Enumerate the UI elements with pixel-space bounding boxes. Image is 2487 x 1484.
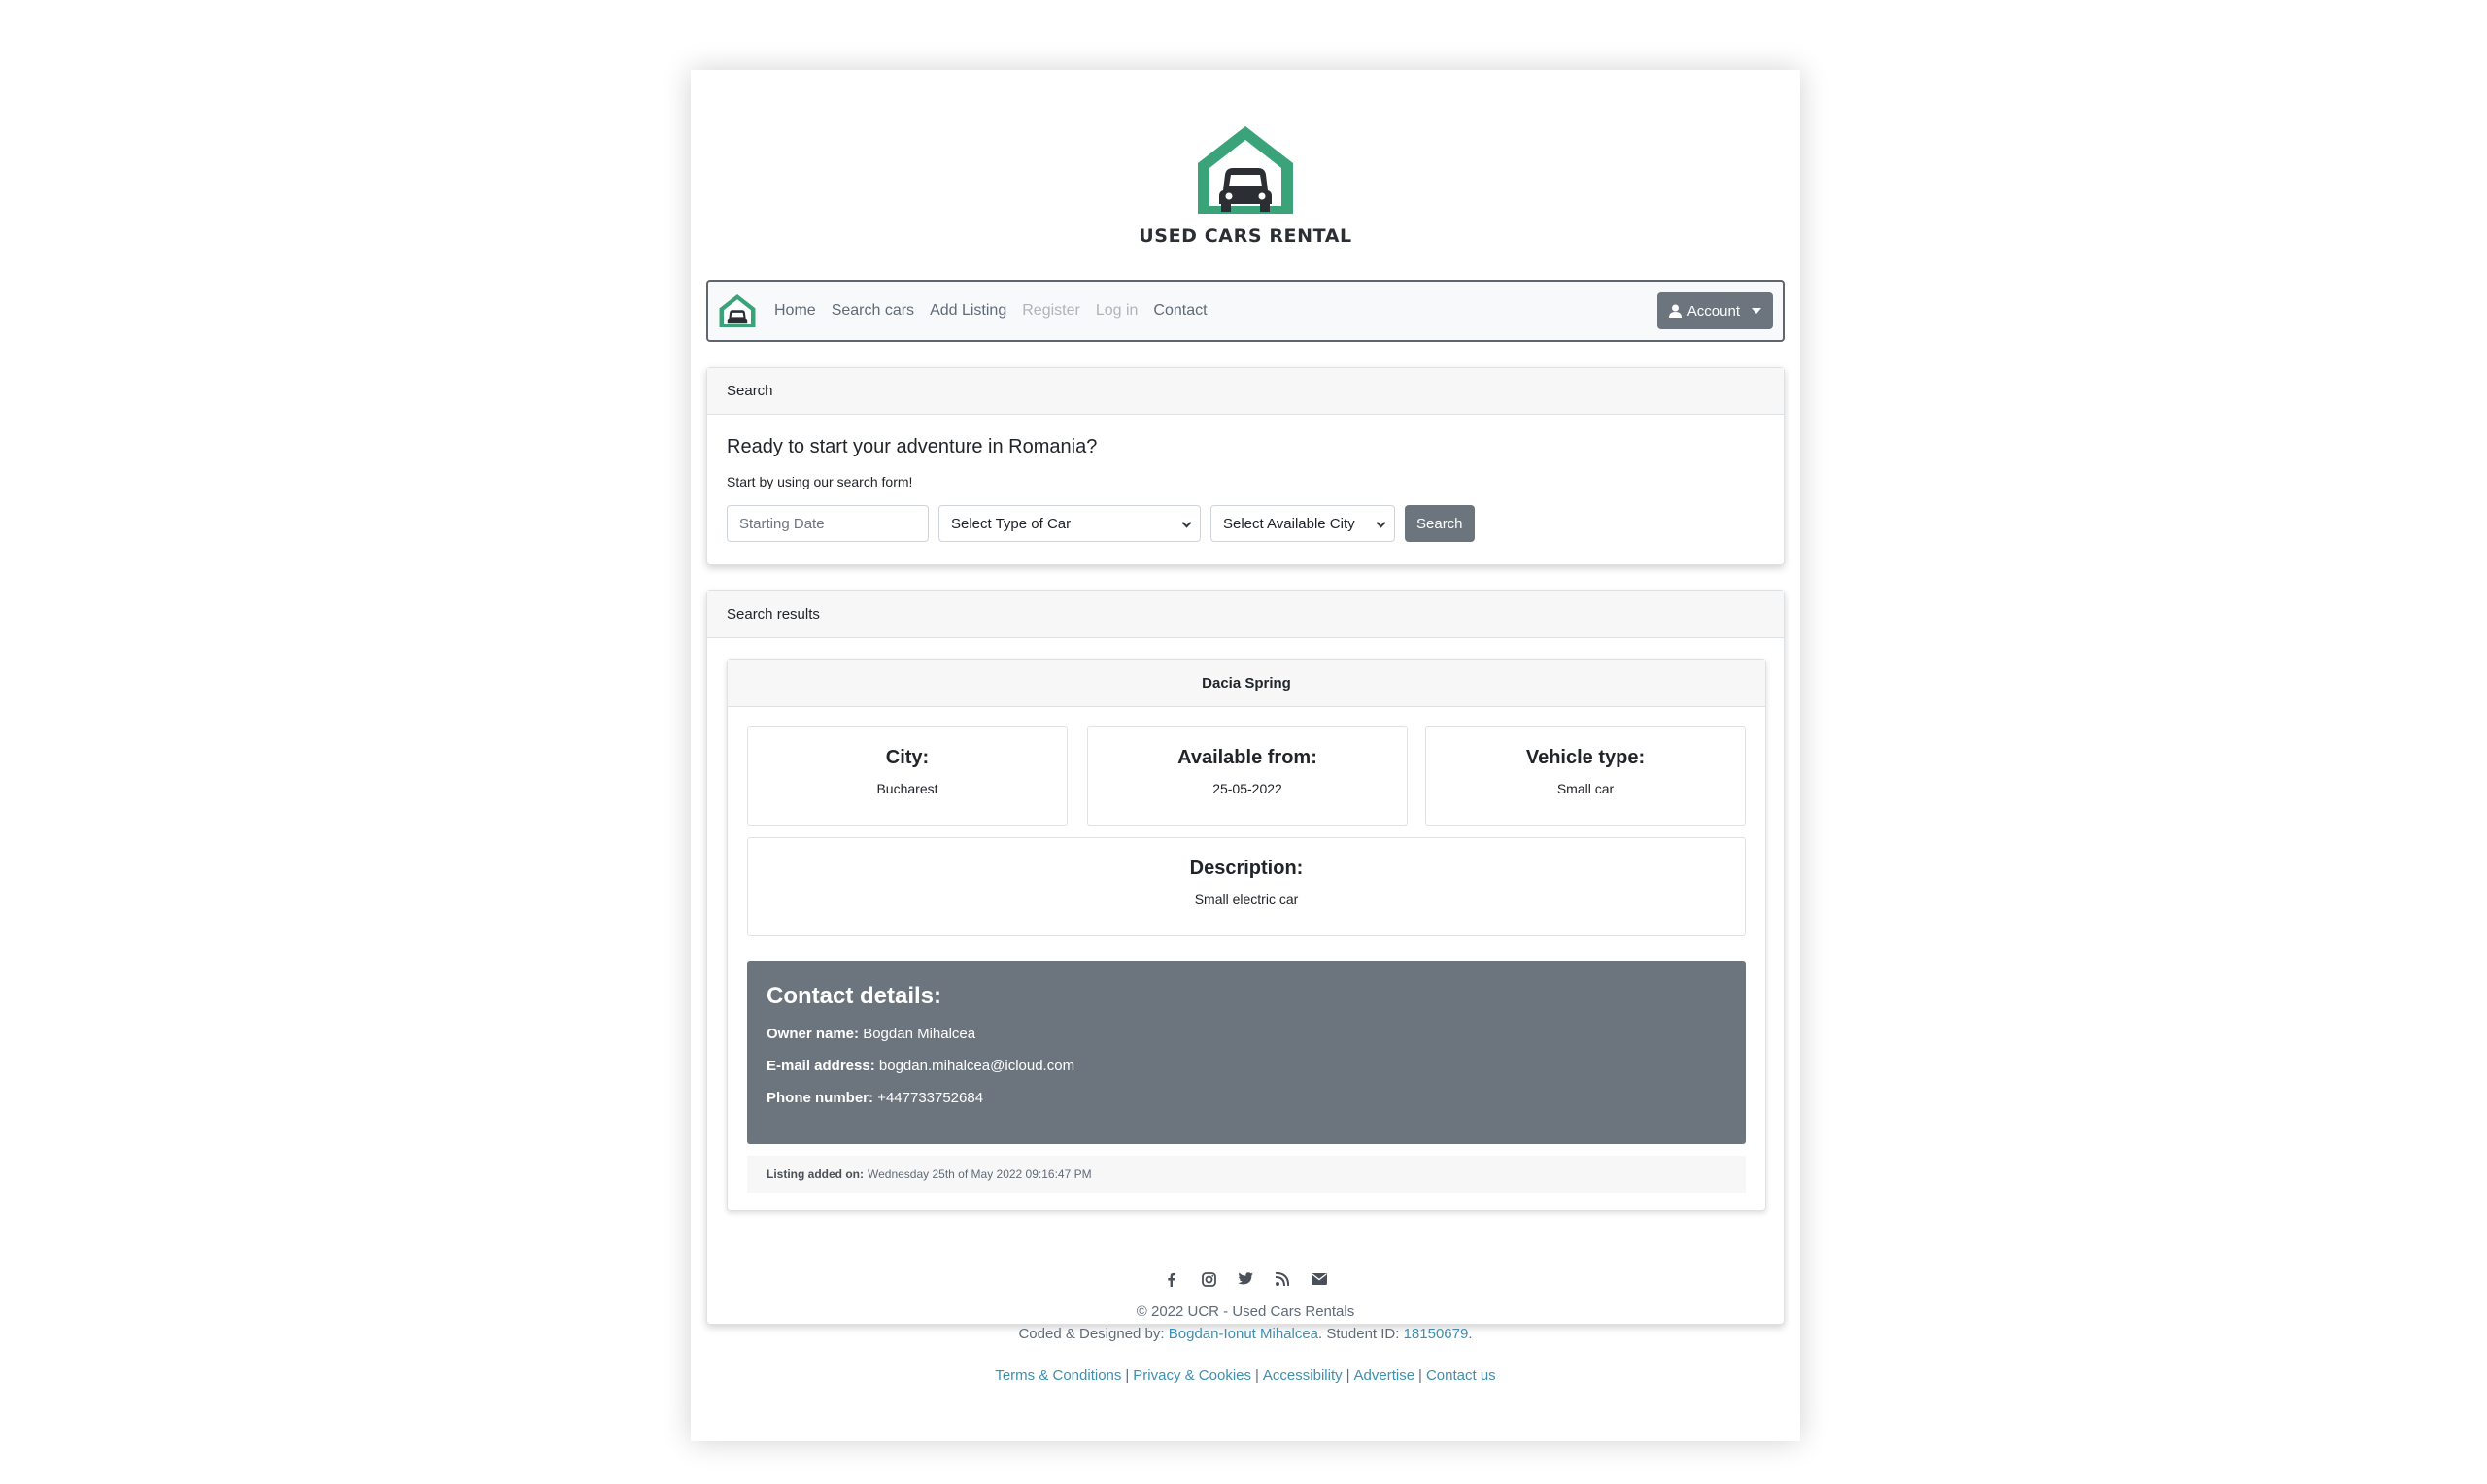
coded-prefix: Coded & Designed by: xyxy=(1018,1326,1165,1342)
nav-search-cars[interactable]: Search cars xyxy=(832,302,914,320)
car-type-selected: Select Type of Car xyxy=(951,515,1072,532)
available-box: Available from: 25-05-2022 xyxy=(1087,726,1408,826)
credits-period: . xyxy=(1468,1326,1473,1342)
phone-line: Phone number: +447733752684 xyxy=(767,1090,1726,1106)
author-link[interactable]: Bogdan-Ionut Mihalcea xyxy=(1169,1326,1318,1342)
search-card: Search Ready to start your adventure in … xyxy=(706,367,1785,565)
city-label: City: xyxy=(885,747,930,768)
account-dropdown-button[interactable]: Account xyxy=(1656,292,1773,329)
search-title: Ready to start your adventure in Romania… xyxy=(727,436,1098,457)
user-icon xyxy=(1668,304,1682,318)
city-select[interactable]: Select Available City xyxy=(1210,505,1395,542)
starting-date-input[interactable]: Starting Date xyxy=(727,505,929,542)
vehicle-type-box: Vehicle type: Small car xyxy=(1425,726,1746,826)
owner-label: Owner name: xyxy=(767,1026,860,1042)
link-separator: | xyxy=(1418,1367,1422,1384)
accessibility-link[interactable]: Accessibility xyxy=(1263,1367,1343,1384)
student-id-link[interactable]: 18150679 xyxy=(1404,1326,1469,1342)
brand-name: USED CARS RENTAL xyxy=(1139,225,1352,247)
vehicle-type-label: Vehicle type: xyxy=(1525,747,1646,768)
terms-link[interactable]: Terms & Conditions xyxy=(995,1367,1121,1384)
search-card-header: Search xyxy=(707,368,1784,415)
envelope-icon[interactable] xyxy=(1312,1271,1327,1287)
listing-added-footer: Listing added on: Wednesday 25th of May … xyxy=(747,1156,1746,1193)
email-line: E-mail address: bogdan.mihalcea@icloud.c… xyxy=(767,1058,1726,1074)
instagram-icon[interactable] xyxy=(1201,1271,1216,1287)
link-separator: | xyxy=(1125,1367,1130,1384)
listing-title: Dacia Spring xyxy=(728,660,1765,707)
phone-value: +447733752684 xyxy=(877,1090,984,1106)
chevron-down-icon xyxy=(1376,518,1386,528)
brand-header: USED CARS RENTAL xyxy=(691,122,1800,247)
search-form: Starting Date Select Type of Car Select … xyxy=(727,505,1764,542)
description-value: Small electric car xyxy=(1194,892,1299,907)
nav-home[interactable]: Home xyxy=(774,302,816,320)
email-label: E-mail address: xyxy=(767,1058,875,1074)
privacy-link[interactable]: Privacy & Cookies xyxy=(1133,1367,1251,1384)
footer-links: Terms & Conditions | Privacy & Cookies | Acc… xyxy=(691,1367,1800,1384)
nav-log-in[interactable]: Log in xyxy=(1096,302,1139,320)
owner-value: Bogdan Mihalcea xyxy=(863,1026,976,1042)
city-value: Bucharest xyxy=(876,781,938,796)
contact-title: Contact details: xyxy=(767,983,942,1009)
phone-label: Phone number: xyxy=(767,1090,874,1106)
garage-car-logo-icon xyxy=(1198,126,1293,214)
advertise-link[interactable]: Advertise xyxy=(1354,1367,1415,1384)
owner-line: Owner name: Bogdan Mihalcea xyxy=(767,1026,1726,1042)
description-box: Description: Small electric car xyxy=(747,837,1746,936)
nav-contact[interactable]: Contact xyxy=(1153,302,1207,320)
nav-add-listing[interactable]: Add Listing xyxy=(930,302,1006,320)
vehicle-type-value: Small car xyxy=(1556,781,1615,796)
credits-line: Coded & Designed by: Bogdan-Ionut Mihalc… xyxy=(691,1326,1800,1342)
rss-icon[interactable] xyxy=(1275,1271,1290,1287)
added-label: Listing added on: xyxy=(767,1167,864,1181)
available-label: Available from: xyxy=(1177,747,1317,768)
copyright: © 2022 UCR - Used Cars Rentals xyxy=(1136,1303,1355,1320)
student-prefix: . Student ID: xyxy=(1318,1326,1400,1342)
added-value: Wednesday 25th of May 2022 09:16:47 PM xyxy=(868,1167,1092,1181)
starting-date-placeholder: Starting Date xyxy=(739,515,825,532)
search-subtitle: Start by using our search form! xyxy=(727,474,913,489)
city-selected: Select Available City xyxy=(1223,515,1355,532)
main-navbar: Home Search cars Add Listing Register Lo… xyxy=(706,280,1785,342)
page-container: USED CARS RENTAL Home Search cars Add Li… xyxy=(691,70,1800,1441)
results-card: Search results Dacia Spring City: Buchar… xyxy=(706,590,1785,1325)
social-links xyxy=(691,1268,1800,1290)
page-footer: © 2022 UCR - Used Cars Rentals Coded & D… xyxy=(691,1268,1800,1384)
listing-card: Dacia Spring City: Bucharest Available f… xyxy=(727,659,1766,1211)
twitter-icon[interactable] xyxy=(1238,1271,1253,1287)
search-button[interactable]: Search xyxy=(1405,505,1475,542)
link-separator: | xyxy=(1255,1367,1259,1384)
link-separator: | xyxy=(1346,1367,1350,1384)
caret-down-icon xyxy=(1752,308,1761,314)
nav-logo-icon[interactable] xyxy=(718,291,757,330)
contact-us-link[interactable]: Contact us xyxy=(1426,1367,1496,1384)
description-label: Description: xyxy=(1189,858,1304,879)
contact-details: Contact details: Owner name: Bogdan Miha… xyxy=(747,961,1746,1144)
email-value: bogdan.mihalcea@icloud.com xyxy=(878,1058,1075,1074)
nav-register[interactable]: Register xyxy=(1022,302,1080,320)
results-card-header: Search results xyxy=(707,591,1784,638)
facebook-icon[interactable] xyxy=(1164,1271,1179,1287)
account-label: Account xyxy=(1686,302,1740,320)
car-type-select[interactable]: Select Type of Car xyxy=(938,505,1201,542)
city-box: City: Bucharest xyxy=(747,726,1068,826)
chevron-down-icon xyxy=(1181,518,1192,528)
available-value: 25-05-2022 xyxy=(1212,781,1282,796)
